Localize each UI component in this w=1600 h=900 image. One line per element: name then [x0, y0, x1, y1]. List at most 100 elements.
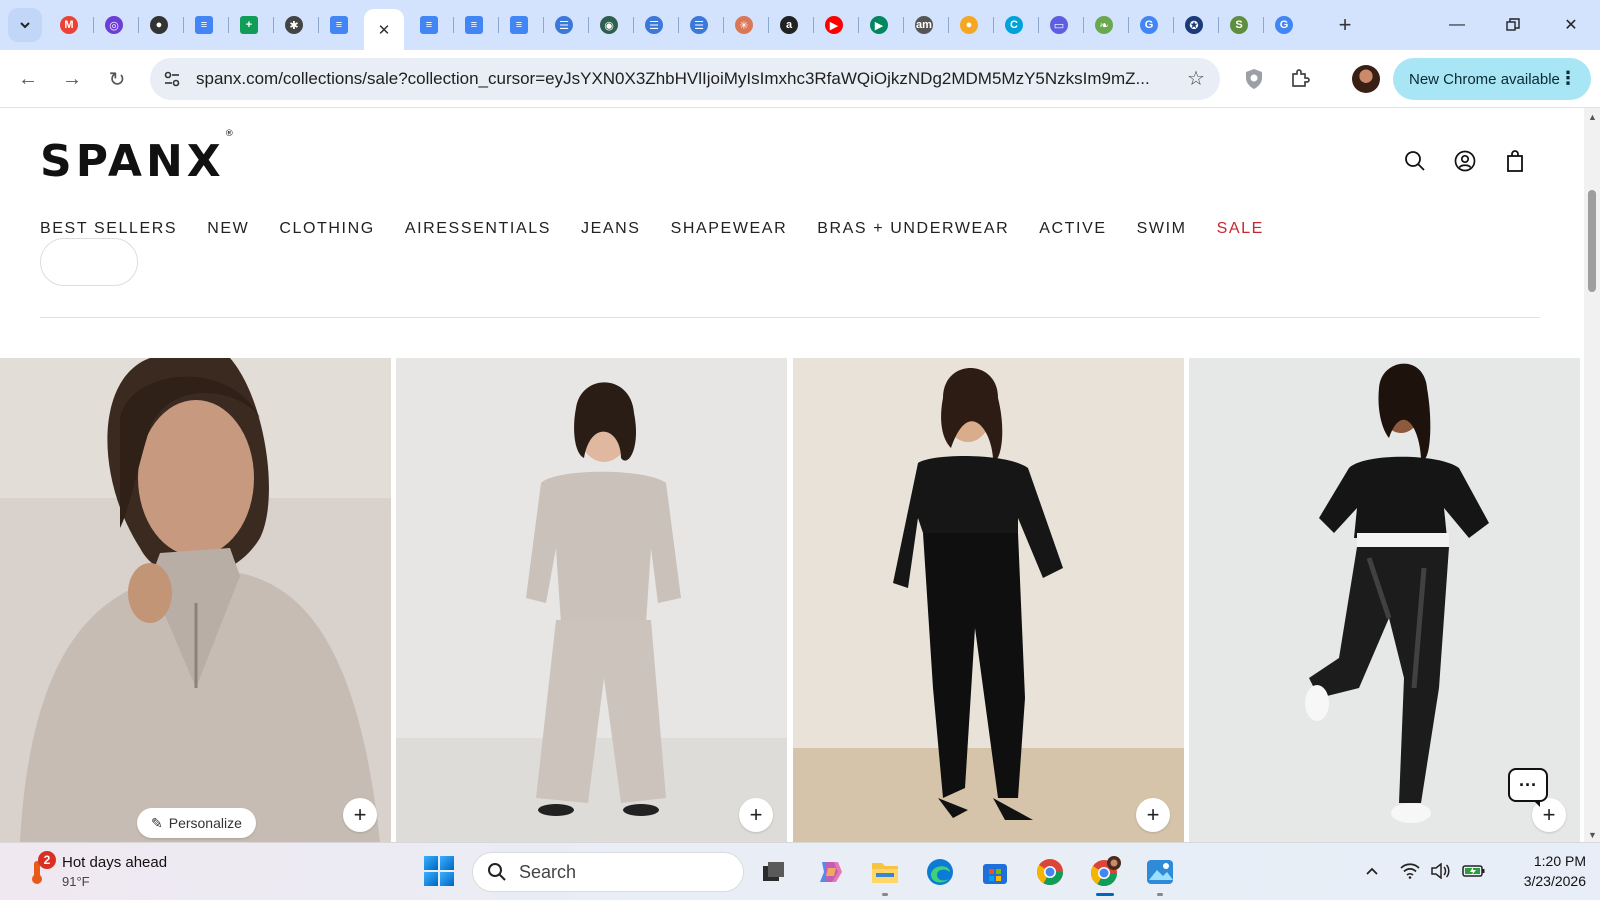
product-card[interactable]: +	[396, 358, 787, 842]
file-explorer-icon[interactable]	[867, 854, 903, 896]
browser-tab[interactable]: ✱	[280, 9, 308, 41]
profile-avatar[interactable]	[1352, 65, 1380, 93]
browser-tab[interactable]: M	[55, 9, 83, 41]
browser-tab[interactable]: ●	[955, 9, 983, 41]
circle-list-icon: ☰	[690, 16, 708, 34]
product-card[interactable]: +	[793, 358, 1184, 842]
browser-tab[interactable]: a	[775, 9, 803, 41]
product-card[interactable]: ✎ Personalize +	[0, 358, 391, 842]
browser-tab[interactable]: S	[1225, 9, 1253, 41]
nav-item-shapewear[interactable]: SHAPEWEAR	[671, 220, 788, 238]
nav-item-clothing[interactable]: CLOTHING	[279, 220, 374, 238]
battery-charging-icon[interactable]	[1460, 859, 1488, 883]
browser-tab[interactable]: ▭	[1045, 9, 1073, 41]
browser-tab[interactable]: ≡	[505, 9, 533, 41]
system-clock[interactable]: 1:20 PM 3/23/2026	[1500, 851, 1586, 891]
browser-tab[interactable]: ◎	[100, 9, 128, 41]
nav-item-best-sellers[interactable]: BEST SELLERS	[40, 220, 177, 238]
browser-tab[interactable]: G	[1135, 9, 1163, 41]
weather-widget[interactable]: 2 Hot days ahead 91°F	[22, 851, 222, 893]
nav-item-swim[interactable]: SWIM	[1137, 220, 1187, 238]
reload-button[interactable]: ↻	[101, 63, 133, 95]
browser-tab[interactable]: ▶	[865, 9, 893, 41]
nav-item-sale[interactable]: SALE	[1217, 220, 1264, 238]
page-scrollbar[interactable]: ▲ ▼	[1584, 108, 1600, 842]
chevron-up-icon[interactable]	[1362, 859, 1382, 883]
task-view-icon[interactable]	[756, 854, 792, 890]
product-image[interactable]	[793, 358, 1184, 842]
microsoft-store-icon[interactable]	[977, 854, 1013, 890]
browser-tab[interactable]: ☰	[550, 9, 578, 41]
back-button[interactable]: ←	[12, 63, 44, 95]
browser-tab[interactable]: C	[1000, 9, 1028, 41]
browser-tab[interactable]: ≡	[460, 9, 488, 41]
quick-add-button[interactable]: +	[343, 798, 377, 832]
browser-tab[interactable]: ✳	[730, 9, 758, 41]
browser-tab[interactable]: am	[910, 9, 938, 41]
shopping-bag-icon[interactable]	[1502, 148, 1528, 174]
globe-app-icon: ◉	[600, 16, 618, 34]
wifi-icon[interactable]	[1398, 859, 1422, 883]
browser-tab[interactable]: ≡	[415, 9, 443, 41]
bookmark-star-icon[interactable]: ☆	[1184, 67, 1208, 91]
nav-item-active[interactable]: ACTIVE	[1039, 220, 1106, 238]
tab-separator	[903, 17, 904, 33]
chrome-profile-icon[interactable]	[1087, 854, 1123, 896]
browser-tab[interactable]: ❧	[1090, 9, 1118, 41]
tab-search-button[interactable]	[8, 8, 42, 42]
browser-tab[interactable]: ☰	[640, 9, 668, 41]
taskbar-search[interactable]: Search	[472, 852, 744, 892]
volume-icon[interactable]	[1428, 859, 1452, 883]
tab-strip: M ◎ ● ≡ + ✱ ≡ ✕ ≡ ≡ ≡ ☰ ◉ ☰ ☰ ✳ a ▶ ▶ am ● C ▭ ❧ G ✪ S G + — ✕	[0, 0, 1600, 50]
edge-icon[interactable]	[922, 854, 958, 890]
filter-button[interactable]	[40, 238, 138, 286]
new-tab-button[interactable]: +	[1330, 10, 1360, 40]
site-info-icon[interactable]	[160, 67, 184, 91]
scrollbar-thumb[interactable]	[1588, 190, 1596, 292]
minimize-button[interactable]: —	[1434, 10, 1480, 40]
nav-item-new[interactable]: NEW	[207, 220, 249, 238]
quick-add-button[interactable]: +	[739, 798, 773, 832]
product-image[interactable]	[0, 358, 391, 842]
google-icon: G	[1140, 16, 1158, 34]
scroll-down-icon[interactable]: ▼	[1588, 830, 1597, 840]
tab-separator	[543, 17, 544, 33]
spanx-logo[interactable]: SPANX®	[40, 129, 234, 187]
browser-tab[interactable]: ✪	[1180, 9, 1208, 41]
copilot-icon[interactable]	[812, 854, 848, 890]
restore-button[interactable]	[1490, 10, 1536, 40]
scroll-up-icon[interactable]: ▲	[1588, 112, 1597, 122]
chrome-update-button[interactable]: New Chrome available ⋮	[1393, 58, 1591, 100]
browser-tab[interactable]: ●	[145, 9, 173, 41]
chat-icon[interactable]: ···	[1508, 768, 1548, 807]
browser-tab[interactable]: ▶	[820, 9, 848, 41]
browser-tab[interactable]: ☰	[685, 9, 713, 41]
shield-extension-icon[interactable]	[1240, 65, 1268, 93]
nav-item-airessentials[interactable]: AIRESSENTIALS	[405, 220, 551, 238]
browser-tab[interactable]: ✕	[364, 9, 404, 50]
product-image[interactable]	[396, 358, 787, 842]
extensions-puzzle-icon[interactable]	[1286, 65, 1314, 93]
browser-tab[interactable]: G	[1270, 9, 1298, 41]
close-tab-icon[interactable]: ✕	[378, 21, 391, 39]
search-icon[interactable]	[1402, 148, 1428, 174]
photos-icon[interactable]	[1142, 854, 1178, 896]
nav-item-jeans[interactable]: JEANS	[581, 220, 641, 238]
address-bar[interactable]: spanx.com/collections/sale?collection_cu…	[150, 58, 1220, 100]
close-window-button[interactable]: ✕	[1548, 10, 1594, 40]
forward-button[interactable]: →	[56, 63, 88, 95]
browser-tab[interactable]: ≡	[325, 9, 353, 41]
quick-add-button[interactable]: +	[1136, 798, 1170, 832]
personalize-button[interactable]: ✎ Personalize	[137, 808, 256, 838]
browser-tab[interactable]: ◉	[595, 9, 623, 41]
tab-separator	[633, 17, 634, 33]
url-text[interactable]: spanx.com/collections/sale?collection_cu…	[196, 69, 1156, 89]
windows-start-icon[interactable]	[424, 856, 454, 886]
chrome-icon[interactable]	[1032, 854, 1068, 890]
weather-temp: 91°F	[62, 874, 90, 889]
browser-tab[interactable]: ≡	[190, 9, 218, 41]
nav-item-bras-underwear[interactable]: BRAS + UNDERWEAR	[817, 220, 1009, 238]
browser-tab[interactable]: +	[235, 9, 263, 41]
account-icon[interactable]	[1452, 148, 1478, 174]
browser-toolbar: ← → ↻ spanx.com/collections/sale?collect…	[0, 50, 1600, 108]
